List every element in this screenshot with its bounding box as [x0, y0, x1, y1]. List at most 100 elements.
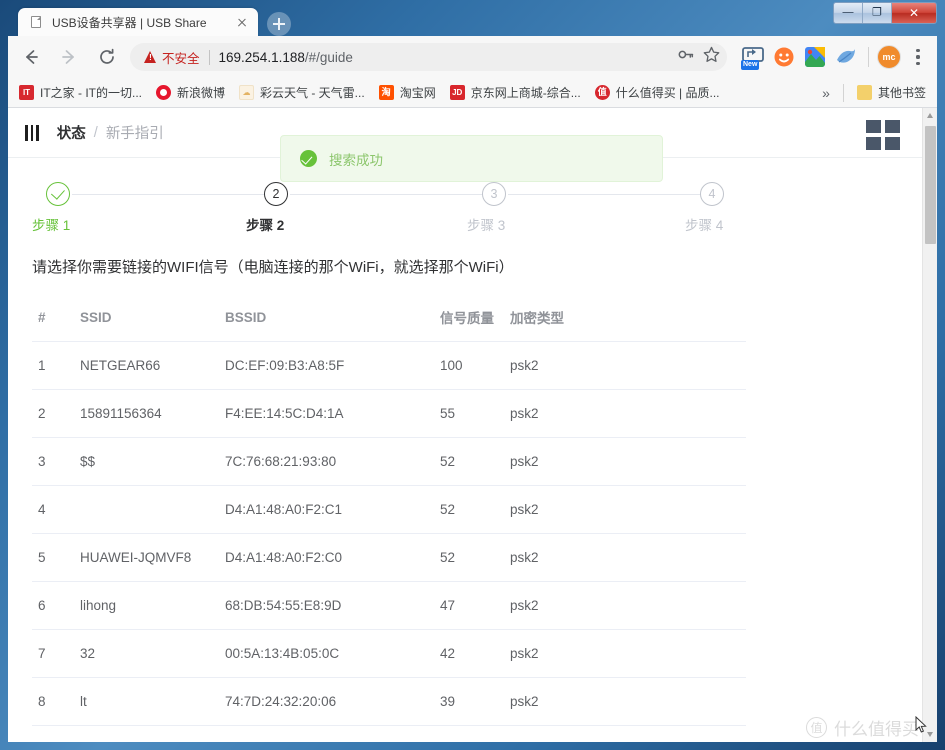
bookmark-item[interactable]: 新浪微博: [149, 81, 232, 105]
table-row[interactable]: 1 NETGEAR66 DC:EF:09:B3:A8:5F 100 psk2: [32, 341, 746, 390]
cell-encryption: psk2: [510, 629, 746, 678]
cell-signal: 100: [440, 341, 510, 390]
table-header-row: # SSID BSSID 信号质量 加密类型: [32, 307, 746, 342]
bookmark-favicon: ☁: [239, 85, 255, 100]
cell-ssid: $$: [80, 437, 225, 486]
breadcrumb-item-status[interactable]: 状态: [57, 122, 86, 143]
bird-extension-icon[interactable]: [833, 44, 859, 70]
browser-tab[interactable]: USB设备共享器 | USB Share: [18, 8, 258, 37]
bookmarks-bar: IT IT之家 - IT的一切... 新浪微博 ☁ 彩云天气 - 天气雷... …: [8, 78, 937, 108]
cell-encryption: psk2: [510, 581, 746, 630]
cell-bssid: D4:A1:48:A0:F2:C0: [225, 533, 440, 582]
breadcrumb-item-guide[interactable]: 新手指引: [106, 122, 164, 143]
instruction-text: 请选择你需要链接的WIFI信号（电脑连接的那个WiFi，就选择那个WiFi）: [32, 259, 514, 276]
scrollbar-thumb[interactable]: [925, 126, 936, 244]
maximize-button[interactable]: ❐: [863, 3, 892, 23]
scroll-down-arrow-icon[interactable]: [923, 727, 937, 742]
bookmark-favicon: 淘: [378, 85, 394, 100]
cell-index: 8: [32, 677, 80, 726]
bookmark-favicon: 值: [594, 85, 610, 100]
other-bookmarks-folder[interactable]: 其他书签: [850, 81, 933, 105]
close-icon: ✕: [908, 6, 920, 20]
column-header-signal: 信号质量: [440, 307, 510, 342]
reload-button[interactable]: [92, 42, 122, 72]
table-row[interactable]: 7 32 00:5A:13:4B:05:0C 42 psk2: [32, 629, 746, 678]
minimize-button[interactable]: —: [834, 3, 863, 23]
password-key-icon[interactable]: [677, 45, 696, 69]
table-body: 1 NETGEAR66 DC:EF:09:B3:A8:5F 100 psk2 2…: [32, 341, 746, 726]
cell-bssid: F4:EE:14:5C:D4:1A: [225, 389, 440, 438]
cell-bssid: 00:5A:13:4B:05:0C: [225, 629, 440, 678]
cell-ssid: lt: [80, 677, 225, 726]
breadcrumb: 状态 / 新手指引: [57, 122, 164, 143]
close-window-button[interactable]: ✕: [892, 3, 936, 23]
address-bar[interactable]: 不安全 169.254.1.188/#/guide: [130, 43, 727, 71]
grid-view-icon[interactable]: [866, 120, 900, 150]
bookmark-favicon: IT: [19, 85, 34, 100]
photos-extension-icon[interactable]: [802, 44, 828, 70]
bookmark-item[interactable]: ☁ 彩云天气 - 天气雷...: [232, 81, 372, 105]
column-header-index: #: [32, 307, 80, 342]
bookmark-star-icon[interactable]: [702, 45, 721, 69]
not-secure-indicator[interactable]: 不安全: [144, 48, 200, 67]
scroll-up-arrow-icon[interactable]: [923, 108, 937, 123]
back-button[interactable]: [16, 42, 46, 72]
collapse-menu-icon[interactable]: [25, 124, 39, 141]
cell-encryption: psk2: [510, 437, 746, 486]
divider: [868, 47, 869, 67]
cell-signal: 52: [440, 485, 510, 534]
step-circle: 4: [700, 182, 724, 206]
avatar[interactable]: mc: [877, 45, 901, 69]
new-tab-button[interactable]: [267, 12, 291, 36]
table-row[interactable]: 4 D4:A1:48:A0:F2:C1 52 psk2: [32, 485, 746, 534]
table-row[interactable]: 5 HUAWEI-JQMVF8 D4:A1:48:A0:F2:C0 52 psk…: [32, 533, 746, 582]
success-toast: 搜索成功: [280, 135, 663, 182]
page-scrollbar[interactable]: [922, 108, 937, 742]
step-connector: [72, 193, 278, 196]
url-path: /#/guide: [304, 49, 353, 65]
forward-button[interactable]: [54, 42, 84, 72]
folder-icon: [856, 85, 872, 100]
cell-signal: 52: [440, 437, 510, 486]
cell-index: 3: [32, 437, 80, 486]
table-row[interactable]: 3 $$ 7C:76:68:21:93:80 52 psk2: [32, 437, 746, 486]
screencast-new-extension-icon[interactable]: New: [740, 44, 766, 70]
bookmark-item[interactable]: 淘 淘宝网: [372, 81, 443, 105]
cell-bssid: DC:EF:09:B3:A8:5F: [225, 341, 440, 390]
step-connector: [290, 193, 494, 196]
smiley-extension-icon[interactable]: [771, 44, 797, 70]
column-header-encryption: 加密类型: [510, 307, 746, 342]
bookmark-label: 彩云天气 - 天气雷...: [260, 86, 365, 100]
web-page: 状态 / 新手指引 搜索成功 步骤 1 2 步骤 2 3 步骤 3 4 步骤 4…: [8, 108, 922, 742]
breadcrumb-separator: /: [93, 124, 98, 141]
step-circle: [46, 182, 70, 206]
cell-ssid: 15891156364: [80, 389, 225, 438]
column-header-ssid: SSID: [80, 307, 225, 342]
security-label: 不安全: [162, 51, 200, 66]
close-icon[interactable]: [233, 14, 251, 32]
window-controls: — ❐ ✕: [833, 2, 937, 24]
success-check-icon: [300, 150, 317, 167]
step-label: 步骤 3: [467, 218, 506, 233]
table-row[interactable]: 2 15891156364 F4:EE:14:5C:D4:1A 55 psk2: [32, 389, 746, 438]
step-label: 步骤 2: [246, 218, 285, 233]
url-host: 169.254.1.188: [218, 49, 305, 65]
cell-ssid: HUAWEI-JQMVF8: [80, 533, 225, 582]
warning-triangle-icon: [144, 51, 157, 63]
divider: [842, 83, 844, 102]
bookmark-item[interactable]: JD 京东网上商城-综合...: [443, 81, 588, 105]
extension-badge: New: [741, 59, 760, 70]
tab-strip: USB设备共享器 | USB Share — ❐ ✕: [0, 0, 945, 37]
cell-bssid: 68:DB:54:55:E8:9D: [225, 581, 440, 630]
bookmark-item[interactable]: 值 什么值得买 | 品质...: [588, 81, 727, 105]
table-row[interactable]: 8 lt 74:7D:24:32:20:06 39 psk2: [32, 677, 746, 726]
table-row[interactable]: 6 lihong 68:DB:54:55:E8:9D 47 psk2: [32, 581, 746, 630]
bookmarks-overflow-button[interactable]: »: [815, 85, 837, 101]
cell-signal: 52: [440, 533, 510, 582]
bookmark-item[interactable]: IT IT之家 - IT的一切...: [12, 81, 149, 105]
three-dot-menu-icon[interactable]: [907, 44, 929, 70]
bookmark-label: 什么值得买 | 品质...: [615, 86, 720, 100]
reload-icon: [100, 48, 114, 64]
browser-toolbar: 不安全 169.254.1.188/#/guide: [8, 36, 937, 78]
cell-signal: 39: [440, 677, 510, 726]
